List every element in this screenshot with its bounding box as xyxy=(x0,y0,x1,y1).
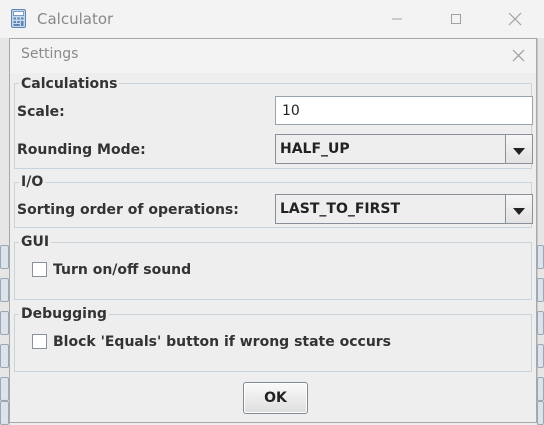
calculations-group-title: Calculations xyxy=(19,76,120,92)
background-key xyxy=(537,278,544,302)
rounding-mode-label: Rounding Mode: xyxy=(17,142,146,158)
chevron-down-icon xyxy=(513,200,525,219)
close-icon xyxy=(508,12,522,26)
sorting-order-select[interactable]: LAST_TO_FIRST xyxy=(275,194,533,224)
ok-button[interactable]: OK xyxy=(243,382,308,414)
close-window-button[interactable] xyxy=(492,0,538,38)
scale-input[interactable] xyxy=(275,96,533,125)
io-group-title: I/O xyxy=(19,174,46,190)
background-key xyxy=(0,401,9,425)
rounding-mode-value: HALF_UP xyxy=(280,141,350,157)
background-key xyxy=(537,401,544,425)
background-key xyxy=(0,278,9,302)
dialog-close-button[interactable] xyxy=(506,44,530,68)
gui-group-title: GUI xyxy=(19,234,52,250)
sorting-order-label: Sorting order of operations: xyxy=(17,202,239,218)
background-key xyxy=(537,311,544,335)
minimize-icon xyxy=(391,13,403,25)
background-key xyxy=(0,377,9,401)
background-key xyxy=(0,245,9,269)
sound-checkbox-label: Turn on/off sound xyxy=(53,262,192,278)
background-key xyxy=(0,344,9,368)
block-equals-checkbox-label: Block 'Equals' button if wrong state occ… xyxy=(53,334,392,350)
debugging-group-title: Debugging xyxy=(19,306,109,322)
background-key xyxy=(0,311,9,335)
sorting-order-value: LAST_TO_FIRST xyxy=(280,201,401,217)
background-key xyxy=(537,377,544,401)
main-title-bar: Calculator xyxy=(0,0,544,38)
dialog-title: Settings xyxy=(21,46,79,62)
chevron-down-icon xyxy=(513,140,525,159)
window-title: Calculator xyxy=(37,10,114,28)
background-key xyxy=(537,344,544,368)
minimize-button[interactable] xyxy=(374,0,420,38)
sorting-order-dropdown-button[interactable] xyxy=(505,195,532,223)
sound-checkbox[interactable] xyxy=(32,262,47,277)
dialog-title-bar: Settings xyxy=(10,39,536,73)
maximize-button[interactable] xyxy=(433,0,479,38)
rounding-mode-dropdown-button[interactable] xyxy=(505,135,532,163)
background-key xyxy=(537,245,544,269)
block-equals-checkbox[interactable] xyxy=(32,334,47,349)
scale-label: Scale: xyxy=(17,104,65,120)
rounding-mode-select[interactable]: HALF_UP xyxy=(275,134,533,164)
maximize-icon xyxy=(450,13,462,25)
close-icon xyxy=(512,47,525,66)
calculator-icon xyxy=(11,9,26,28)
settings-dialog: Settings Calculations Scale: Rounding Mo… xyxy=(9,38,537,423)
